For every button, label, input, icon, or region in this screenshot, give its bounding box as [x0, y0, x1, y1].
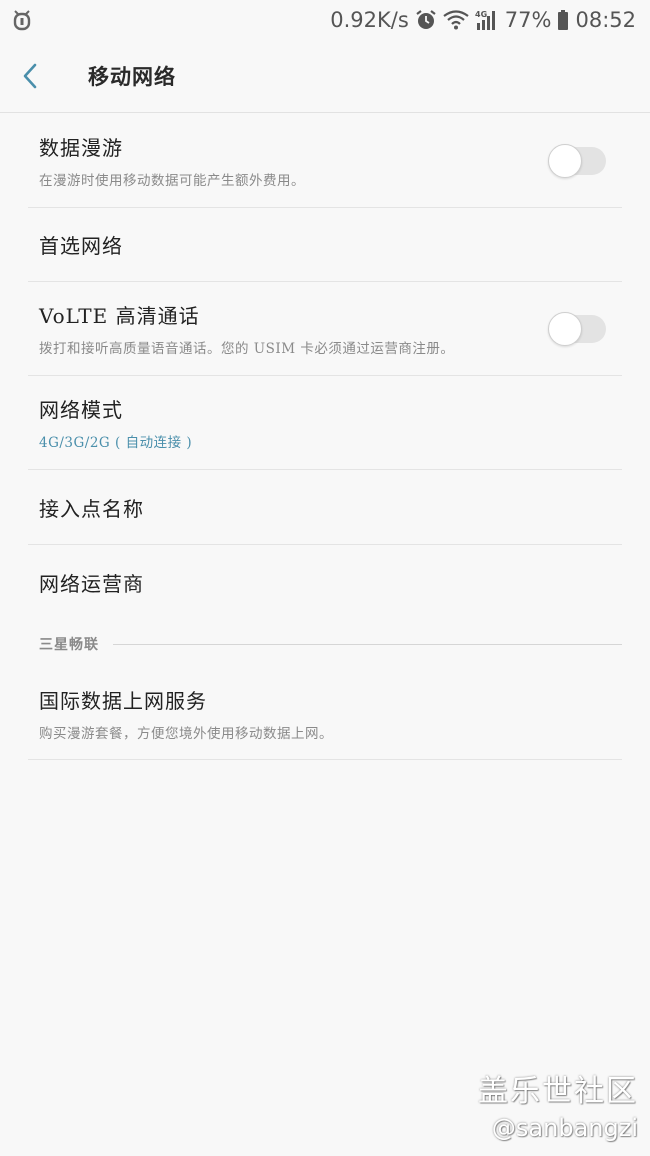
signal-icon: 4G: [475, 9, 499, 31]
watermark-brand: 盖乐世社区: [478, 1074, 638, 1109]
watermark-handle: @sanbangzi: [491, 1114, 638, 1142]
battery-icon: [557, 9, 569, 31]
battery-percent: 77%: [504, 8, 552, 32]
network-operators-item[interactable]: 网络运营商: [28, 545, 622, 620]
network-mode-title: 网络模式: [39, 398, 123, 422]
apn-title: 接入点名称: [39, 496, 144, 521]
intl-data-service-item[interactable]: 国际数据上网服务 购买漫游套餐，方便您境外使用移动数据上网。: [28, 668, 622, 760]
data-roaming-item[interactable]: 数据漫游 在漫游时使用移动数据可能产生额外费用。: [28, 114, 622, 208]
volte-toggle[interactable]: [548, 311, 608, 346]
chevron-left-icon: [22, 63, 38, 89]
toggle-knob: [548, 143, 582, 178]
section-label: 三星畅联: [39, 637, 99, 653]
preferred-network-title: 首选网络: [39, 234, 123, 258]
toggle-knob: [548, 311, 582, 346]
clock: 08:52: [575, 8, 636, 32]
apn-item[interactable]: 接入点名称: [28, 470, 622, 545]
notification-bug-icon: [12, 9, 32, 31]
intl-data-title: 国际数据上网服务: [39, 689, 207, 713]
network-mode-item[interactable]: 网络模式 4G/3G/2G ( 自动连接 ): [28, 376, 622, 470]
page-title: 移动网络: [88, 64, 176, 89]
app-header: 移动网络: [0, 40, 650, 113]
volte-item[interactable]: VoLTE 高清通话 拨打和接听高质量语音通话。您的 USIM 卡必须通过运营商…: [28, 282, 622, 376]
network-mode-value: 4G/3G/2G ( 自动连接 ): [39, 435, 193, 451]
alarm-icon: [415, 9, 437, 31]
volte-title: VoLTE 高清通话: [39, 304, 200, 328]
volte-subtitle: 拨打和接听高质量语音通话。您的 USIM 卡必须通过运营商注册。: [39, 341, 455, 357]
preferred-network-item[interactable]: 首选网络: [28, 208, 622, 282]
section-divider: [113, 643, 622, 645]
settings-list: 数据漫游 在漫游时使用移动数据可能产生额外费用。 首选网络 VoLTE 高清通话…: [0, 114, 650, 760]
net-speed: 0.92K/s: [330, 8, 409, 32]
intl-data-subtitle: 购买漫游套餐，方便您境外使用移动数据上网。: [39, 726, 333, 742]
data-roaming-subtitle: 在漫游时使用移动数据可能产生额外费用。: [39, 173, 305, 189]
section-header-samsung: 三星畅联: [39, 620, 622, 668]
status-bar: 0.92K/s 4G 77% 08:52: [0, 0, 650, 40]
data-roaming-toggle[interactable]: [548, 143, 608, 178]
svg-text:4G: 4G: [475, 10, 487, 19]
watermark: 盖乐世社区 @sanbangzi: [478, 1066, 638, 1142]
data-roaming-title: 数据漫游: [39, 136, 123, 160]
wifi-icon: [443, 10, 469, 30]
network-operators-title: 网络运营商: [39, 572, 144, 596]
back-button[interactable]: [22, 46, 82, 106]
